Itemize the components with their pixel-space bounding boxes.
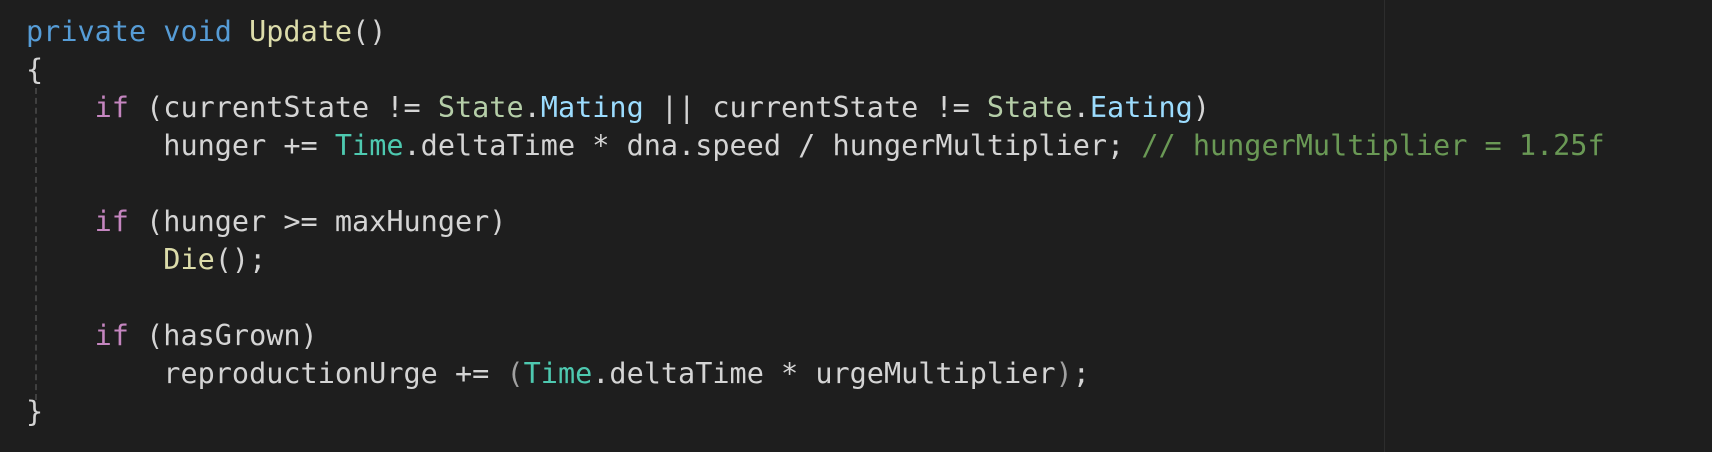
code-line[interactable]: if (currentState != State.Mating || curr… [26,89,1605,127]
code-token: . [1072,91,1090,124]
code-token: { [26,53,44,86]
code-token: Eating [1089,91,1193,124]
code-token: ; [1072,357,1090,390]
code-token: () [352,15,387,48]
code-token: if [94,319,129,352]
code-line[interactable]: if (hasGrown) [26,317,1605,355]
code-line[interactable]: reproductionUrge += (Time.deltaTime * ur… [26,355,1605,393]
code-token: ) [1055,357,1073,390]
code-line[interactable]: private void Update() [26,13,1605,51]
code-token: Time [523,357,593,390]
code-line[interactable]: { [26,51,1605,89]
code-line[interactable] [26,279,1605,317]
code-token: void [163,15,232,48]
code-editor[interactable]: private void Update(){ if (currentState … [0,0,1712,452]
code-token: // hungerMultiplier = 1.25f [1141,129,1605,162]
code-token: Die [163,243,215,276]
code-token: if [94,205,129,238]
code-token: State [986,91,1073,124]
code-token: .deltaTime * urgeMultiplier [592,357,1056,390]
code-token: Mating [540,91,644,124]
code-token: State [437,91,524,124]
code-token: Update [249,15,353,48]
code-token: (hunger >= maxHunger) [128,205,507,238]
code-line[interactable]: Die(); [26,241,1605,279]
code-token: private [26,15,147,48]
code-token: ) [1192,91,1211,124]
code-token: ( [506,357,524,390]
code-token: . [523,91,541,124]
code-token: (); [214,243,267,276]
code-token: } [26,395,44,428]
code-line[interactable]: } [26,393,1605,431]
code-token: reproductionUrge += [163,357,507,390]
code-line[interactable]: hunger += Time.deltaTime * dna.speed / h… [26,127,1605,165]
code-line[interactable] [26,165,1605,203]
code-line[interactable]: if (hunger >= maxHunger) [26,203,1605,241]
code-token: (hasGrown) [128,319,318,352]
code-block[interactable]: private void Update(){ if (currentState … [26,13,1605,431]
code-token: if [94,91,129,124]
code-token: || currentState != [643,91,987,124]
code-token: hunger += [163,129,335,162]
code-token: Time [334,129,404,162]
code-token: .deltaTime * dna.speed / hungerMultiplie… [403,129,1142,162]
code-token: (currentState != [128,91,438,124]
